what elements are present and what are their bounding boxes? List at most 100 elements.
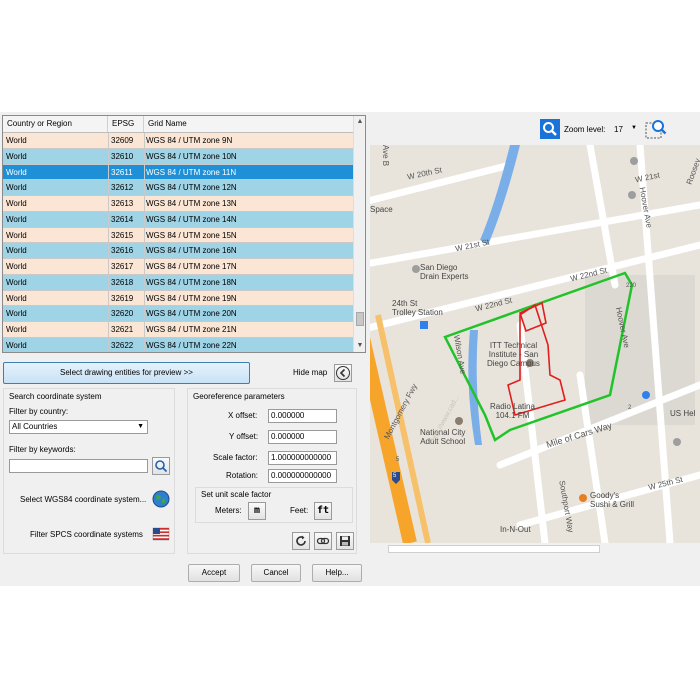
header-grid-name[interactable]: Grid Name [144, 116, 353, 132]
cell-name: WGS 84 / UTM zone 13N [146, 199, 237, 208]
scale-factor-input[interactable]: 1.000000000000 [268, 451, 337, 465]
chevron-left-icon [336, 366, 350, 380]
cell-country: World [6, 325, 27, 334]
map-label-ushe: US Hel [670, 409, 696, 418]
spcs-button[interactable] [152, 525, 170, 543]
rotation-label: Rotation: [226, 471, 259, 480]
zoom-search-button[interactable] [540, 119, 560, 139]
cell-country: World [6, 136, 27, 145]
scroll-down-icon[interactable]: ▼ [354, 340, 365, 352]
table-row[interactable]: World 32621 WGS 84 / UTM zone 21N [3, 322, 353, 338]
country-select[interactable]: All Countries ▼ [9, 420, 148, 434]
meters-button[interactable]: m [248, 502, 266, 520]
column-divider [108, 227, 109, 243]
column-divider [108, 243, 109, 258]
scroll-up-icon[interactable]: ▲ [354, 116, 365, 128]
map-scroll-track[interactable] [388, 545, 600, 553]
feet-button[interactable]: ft [314, 502, 332, 520]
column-divider [144, 211, 145, 227]
select-drawing-entities-button[interactable]: Select drawing entities for preview >> [3, 362, 250, 384]
column-divider [108, 180, 109, 195]
save-button[interactable] [336, 532, 354, 550]
search-icon [155, 460, 168, 473]
coordinate-grid[interactable]: Country or Region EPSG Grid Name World 32… [2, 115, 366, 353]
map-view[interactable]: Ave B W 20th St W 21st Roosev Space Hoov… [370, 145, 700, 543]
grid-vertical-scrollbar[interactable]: ▲ ▼ [353, 116, 365, 352]
filter-country-label: Filter by country: [9, 407, 69, 416]
column-divider [144, 196, 145, 211]
column-divider [108, 211, 109, 227]
cell-epsg: 32611 [111, 167, 133, 177]
map-label-24th-station: 24th St Trolley Station [392, 299, 443, 317]
scroll-thumb[interactable] [356, 312, 364, 326]
table-row[interactable]: World 32615 WGS 84 / UTM zone 15N [3, 227, 353, 244]
help-button[interactable]: Help... [312, 564, 362, 582]
column-divider [144, 306, 145, 321]
cell-name: WGS 84 / UTM zone 22N [146, 340, 237, 350]
cell-country: World [6, 340, 27, 350]
rotation-input[interactable]: 0.000000000000 [268, 469, 337, 483]
cell-name: WGS 84 / UTM zone 10N [146, 151, 237, 161]
reset-button[interactable] [292, 532, 310, 550]
table-row[interactable]: World 32614 WGS 84 / UTM zone 14N [3, 211, 353, 228]
cell-country: World [6, 262, 27, 271]
feet-label: Feet: [290, 506, 309, 515]
table-row[interactable]: World 32616 WGS 84 / UTM zone 16N [3, 243, 353, 259]
cell-epsg: 32615 [111, 230, 134, 240]
column-divider [144, 259, 145, 274]
table-row[interactable]: World 32617 WGS 84 / UTM zone 17N [3, 259, 353, 275]
map-label-drain: San Diego Drain Experts [420, 263, 469, 281]
cell-name: WGS 84 / UTM zone 18N [146, 277, 237, 287]
map-label-rd2: 2 [628, 405, 632, 411]
table-row[interactable]: World 32611 WGS 84 / UTM zone 11N [3, 164, 353, 181]
map-horizontal-scrollbar[interactable] [370, 543, 700, 555]
cell-country: World [6, 277, 27, 287]
header-epsg[interactable]: EPSG [108, 116, 144, 132]
hide-map-button[interactable] [334, 364, 352, 382]
header-country[interactable]: Country or Region [3, 116, 108, 132]
cell-name: WGS 84 / UTM zone 21N [146, 325, 237, 334]
cell-name: WGS 84 / UTM zone 15N [146, 230, 237, 240]
x-offset-label: X offset: [228, 411, 258, 420]
cell-epsg: 32613 [111, 199, 134, 208]
keyword-search-button[interactable] [152, 457, 170, 475]
table-row[interactable]: World 32612 WGS 84 / UTM zone 12N [3, 180, 353, 196]
keywords-input[interactable] [9, 459, 148, 473]
country-select-value: All Countries [12, 422, 58, 431]
cell-country: World [6, 293, 27, 303]
column-divider [108, 337, 109, 352]
map-label-rd220: 220 [626, 283, 637, 289]
zoom-dropdown-icon[interactable]: ▼ [631, 125, 637, 131]
cell-name: WGS 84 / UTM zone 14N [146, 214, 237, 224]
y-offset-input[interactable]: 0.000000 [268, 430, 337, 444]
column-divider [108, 259, 109, 274]
column-divider [108, 148, 109, 164]
unit-scale-title: Set unit scale factor [201, 490, 272, 499]
cancel-button[interactable]: Cancel [251, 564, 301, 582]
table-row[interactable]: World 32613 WGS 84 / UTM zone 13N [3, 196, 353, 212]
hide-map-label: Hide map [293, 368, 328, 377]
x-offset-input[interactable]: 0.000000 [268, 409, 337, 423]
column-divider [144, 337, 145, 352]
cell-name: WGS 84 / UTM zone 9N [146, 136, 233, 145]
table-row[interactable]: World 32619 WGS 84 / UTM zone 19N [3, 290, 353, 307]
table-row[interactable]: World 32620 WGS 84 / UTM zone 20N [3, 306, 353, 322]
cell-epsg: 32614 [111, 214, 134, 224]
table-row[interactable]: World 32618 WGS 84 / UTM zone 18N [3, 274, 353, 291]
y-offset-label: Y offset: [229, 432, 259, 441]
zoom-level-value[interactable]: 17 [614, 125, 623, 134]
table-row[interactable]: World 32622 WGS 84 / UTM zone 22N [3, 337, 353, 352]
us-flag-icon [152, 527, 170, 541]
georef-title: Georeference parameters [193, 392, 285, 401]
accept-button[interactable]: Accept [188, 564, 240, 582]
cell-country: World [6, 246, 27, 256]
wgs84-button[interactable] [152, 490, 170, 508]
table-row[interactable]: World 32610 WGS 84 / UTM zone 10N [3, 148, 353, 165]
cell-country: World [6, 230, 27, 240]
zoom-extent-button[interactable] [643, 116, 669, 142]
cell-country: World [6, 309, 27, 319]
load-button[interactable] [314, 532, 332, 550]
table-row[interactable]: World 32609 WGS 84 / UTM zone 9N [3, 133, 353, 149]
column-divider [108, 322, 109, 337]
search-icon [543, 122, 557, 136]
